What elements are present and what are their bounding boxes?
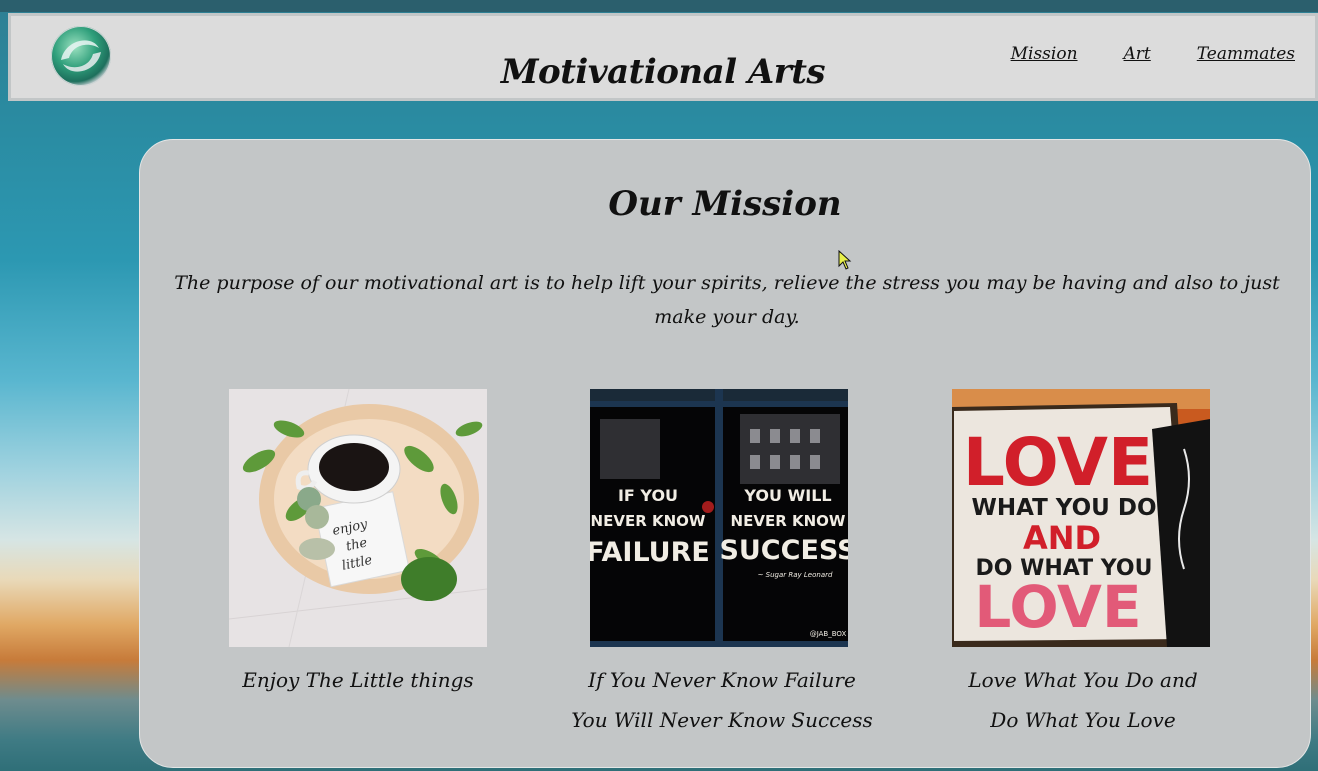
caption-love: Love What You Do and Do What You Love: [923, 660, 1243, 740]
art-image-failure-success[interactable]: IF YOU NEVER KNOW FAILURE YOU WILL NEVER…: [590, 389, 848, 647]
quote-right-line-2: NEVER KNOW: [731, 512, 846, 530]
caption-line: Enjoy The Little things: [242, 668, 474, 692]
sign-love-bottom: LOVE: [974, 573, 1141, 641]
mission-title: Our Mission: [608, 184, 842, 224]
caption-line: If You Never Know Failure: [588, 668, 856, 692]
caption-line: Do What You Love: [990, 708, 1176, 732]
caption-line: You Will Never Know Success: [571, 708, 873, 732]
window-top-strip: [0, 0, 1318, 12]
quote-left-line-3: FAILURE: [590, 537, 710, 568]
window-quote-photo: IF YOU NEVER KNOW FAILURE YOU WILL NEVER…: [590, 389, 848, 647]
caption-coffee: Enjoy The Little things: [198, 660, 518, 700]
mission-card: Our Mission The purpose of our motivatio…: [139, 139, 1311, 768]
quote-left-line-2: NEVER KNOW: [591, 512, 706, 530]
art-image-love-sign[interactable]: LOVE WHAT YOU DO AND DO WHAT YOU LOVE: [952, 389, 1210, 647]
nav-link-art[interactable]: Art: [1124, 44, 1151, 64]
mouse-pointer-icon: [838, 250, 852, 270]
caption-failure-success: If You Never Know Failure You Will Never…: [562, 660, 882, 740]
photo-tag: @JAB_BOX: [810, 630, 847, 638]
quote-right-line-3: SUCCESS: [719, 535, 848, 566]
quote-right-line-1: YOU WILL: [743, 486, 831, 505]
sign-line-2: WHAT YOU DO: [971, 495, 1156, 521]
art-image-coffee[interactable]: enjoy the little: [229, 389, 487, 647]
nav-link-mission[interactable]: Mission: [1011, 44, 1078, 64]
sign-line-3: AND: [1023, 519, 1101, 557]
quote-left-line-1: IF YOU: [618, 486, 678, 505]
sign-love-top: LOVE: [963, 424, 1153, 501]
caption-line: Love What You Do and: [968, 668, 1198, 692]
mission-text: The purpose of our motivational art is t…: [174, 272, 1280, 328]
coffee-and-leaves-photo: enjoy the little: [229, 389, 487, 647]
nav-links: Mission Art Teammates: [1011, 44, 1295, 64]
top-navbar: Motivational Arts Mission Art Teammates: [8, 13, 1318, 101]
love-sign-photo: LOVE WHAT YOU DO AND DO WHAT YOU LOVE: [952, 389, 1210, 647]
nav-link-teammates[interactable]: Teammates: [1197, 44, 1295, 64]
quote-credit: ~ Sugar Ray Leonard: [758, 571, 833, 579]
